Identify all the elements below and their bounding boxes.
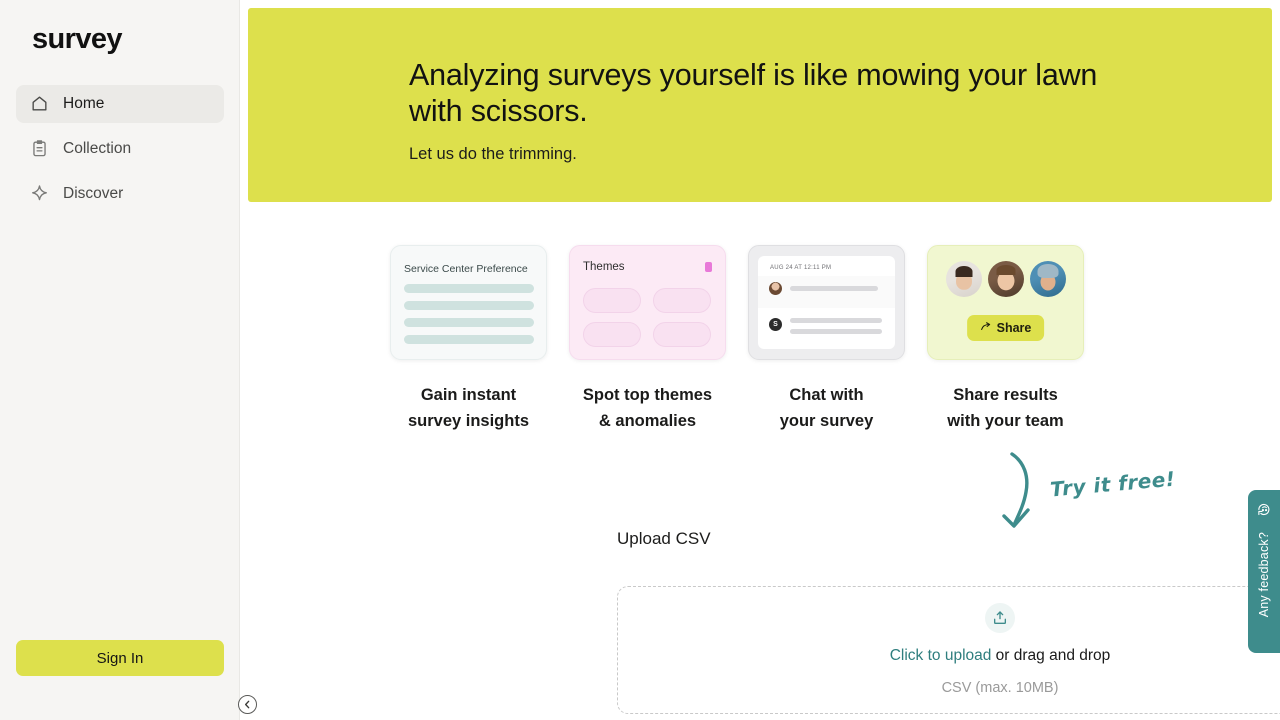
feature-cards: Service Center Preference Gain instant su…: [390, 245, 1084, 434]
brand-logo: survey: [32, 23, 123, 55]
sidebar-collapse-button[interactable]: [238, 695, 257, 714]
click-to-upload-link[interactable]: Click to upload: [890, 647, 992, 664]
dropzone-primary-text: Click to upload or drag and drop: [890, 647, 1111, 665]
skeleton-bar: [404, 335, 534, 344]
feature-card-insights: Service Center Preference Gain instant su…: [390, 245, 547, 434]
app-root: survey Home Collection Discover Sign In …: [0, 0, 1280, 720]
clipboard-icon: [30, 139, 49, 158]
share-button-label: Share: [996, 321, 1032, 335]
hero-banner: Analyzing surveys yourself is like mowin…: [248, 8, 1272, 202]
chat-message-line: [790, 286, 878, 291]
theme-accent-swatch: [705, 262, 712, 272]
sidebar: survey Home Collection Discover Sign In: [0, 0, 240, 720]
insights-card-graphic: Service Center Preference: [390, 245, 547, 360]
feature-card-share: Share Share results with your team: [927, 245, 1084, 434]
try-it-free-annotation: Try it free!: [998, 448, 1198, 540]
skeleton-bar: [404, 301, 534, 310]
csv-dropzone[interactable]: Click to upload or drag and drop CSV (ma…: [617, 586, 1280, 714]
feature-caption: Spot top themes & anomalies: [582, 386, 713, 431]
share-card-graphic: Share: [927, 245, 1084, 360]
insights-card-title: Service Center Preference: [404, 263, 528, 275]
avatar: [987, 261, 1024, 297]
team-avatars: [945, 261, 1066, 297]
theme-pill: [653, 322, 711, 347]
main-content: Analyzing surveys yourself is like mowin…: [240, 0, 1280, 720]
upload-tray-icon: [985, 603, 1015, 633]
chat-message-line: [790, 318, 882, 323]
chevron-left-circle-icon: [242, 699, 253, 710]
feature-caption: Chat with your survey: [779, 386, 874, 431]
theme-pill: [653, 288, 711, 313]
avatar: [1029, 261, 1066, 297]
skeleton-bar: [404, 318, 534, 327]
sidebar-nav: Home Collection Discover: [0, 84, 240, 213]
themes-card-graphic: Themes: [569, 245, 726, 360]
avatar: [945, 261, 982, 297]
dropzone-hint: CSV (max. 10MB): [941, 680, 1059, 696]
feedback-tab-label: Any feedback?: [1257, 532, 1271, 618]
chat-bubble-smile-icon: [1257, 502, 1272, 522]
try-it-free-text: Try it free!: [1049, 466, 1177, 502]
hero-subhead: Let us do the trimming.: [409, 145, 577, 163]
sidebar-item-discover[interactable]: Discover: [16, 175, 224, 213]
sidebar-item-label: Home: [63, 94, 105, 112]
theme-pill: [583, 288, 641, 313]
share-arrow-icon: [980, 321, 992, 336]
home-icon: [30, 94, 49, 113]
theme-pill: [583, 322, 641, 347]
assistant-badge: S: [769, 318, 782, 331]
sidebar-item-collection[interactable]: Collection: [16, 130, 224, 168]
feedback-tab[interactable]: Any feedback?: [1248, 490, 1280, 653]
share-button[interactable]: Share: [966, 315, 1045, 341]
feature-card-chat: AUG 24 AT 12:11 PM S Chat with your surve…: [748, 245, 905, 434]
sparkle-icon: [30, 184, 49, 203]
feature-caption: Share results with your team: [947, 386, 1064, 431]
chat-timestamp: AUG 24 AT 12:11 PM: [770, 265, 832, 271]
sign-in-button[interactable]: Sign In: [16, 640, 224, 676]
feature-caption: Gain instant survey insights: [407, 386, 530, 431]
dropzone-rest-text: or drag and drop: [991, 647, 1111, 664]
avatar: [769, 282, 782, 295]
curved-down-arrow-icon: [998, 452, 1060, 544]
sidebar-item-home[interactable]: Home: [16, 84, 224, 123]
hero-headline: Analyzing surveys yourself is like mowin…: [409, 58, 1098, 128]
chat-message-line: [790, 329, 882, 334]
skeleton-bar: [404, 284, 534, 293]
feature-card-themes: Themes Spot top themes & anomalies: [569, 245, 726, 434]
themes-card-title: Themes: [583, 261, 625, 273]
sidebar-item-label: Discover: [63, 184, 124, 202]
upload-section-label: Upload CSV: [617, 529, 711, 548]
sidebar-item-label: Collection: [63, 139, 132, 157]
chat-card-graphic: AUG 24 AT 12:11 PM S: [748, 245, 905, 360]
